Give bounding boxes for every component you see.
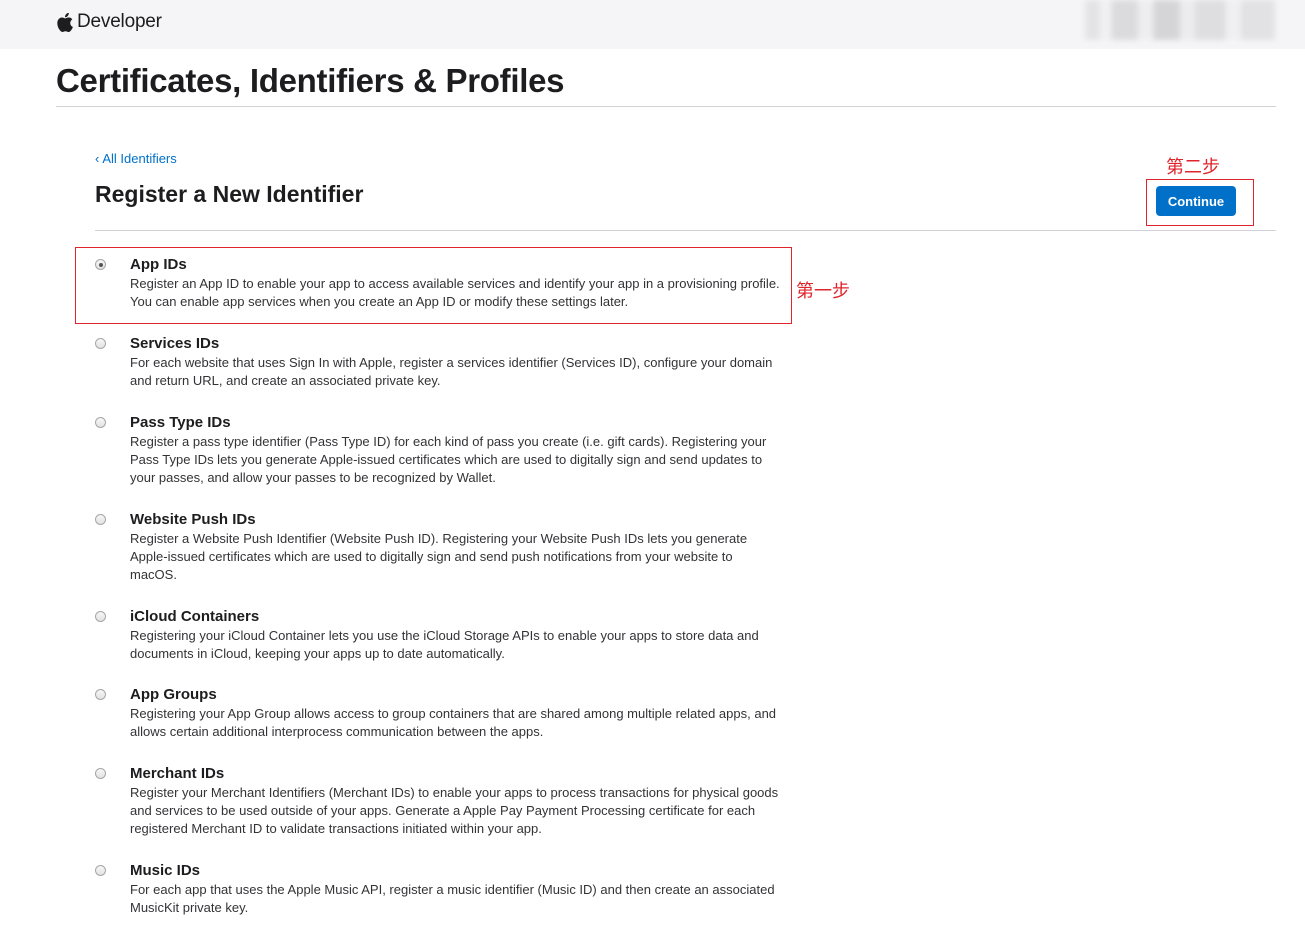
option-title: Services IDs [130,335,220,352]
option-description: Register a pass type identifier (Pass Ty… [130,434,767,485]
option-title: App IDs [130,256,187,273]
option-title: iCloud Containers [130,608,260,625]
option-title: Music IDs [130,862,201,879]
radio-app-groups[interactable] [95,689,106,700]
radio-merchant-ids[interactable] [95,768,106,779]
option-description: Registering your App Group allows access… [130,706,777,739]
section-title: Register a New Identifier [95,181,364,207]
radio-app-ids[interactable] [95,259,106,270]
developer-brand-label: Developer [77,11,162,32]
option-title: Pass Type IDs [130,414,231,431]
radio-services-ids[interactable] [95,338,106,349]
option-description: For each app that uses the Apple Music A… [130,882,775,915]
chevron-left-icon: ‹ [95,151,100,166]
option-description: Register your Merchant Identifiers (Merc… [130,785,779,836]
radio-pass-type-ids[interactable] [95,417,106,428]
developer-home-link[interactable]: Developer [57,11,162,33]
page-title: Certificates, Identifiers & Profiles [56,62,565,99]
step-two-highlight-box [1146,179,1254,226]
radio-website-push-ids[interactable] [95,514,106,525]
option-description: Registering your iCloud Container lets y… [130,628,759,661]
top-navigation-bar: Developer [0,0,1305,49]
account-menu[interactable] [1085,0,1275,40]
option-title: App Groups [130,686,217,703]
step-two-annotation: 第二步 [1166,157,1220,178]
all-identifiers-link[interactable]: ‹ All Identifiers [95,151,177,166]
title-divider [56,106,1276,107]
radio-icloud-containers[interactable] [95,611,106,622]
option-description: For each website that uses Sign In with … [130,355,773,388]
radio-music-ids[interactable] [95,865,106,876]
section-divider [95,230,1276,231]
option-description: Register a Website Push Identifier (Webs… [130,531,748,582]
all-identifiers-label: All Identifiers [102,151,177,166]
apple-logo-icon [57,12,73,32]
option-description: Register an App ID to enable your app to… [130,276,780,309]
step-one-annotation: 第一步 [796,281,850,302]
option-title: Website Push IDs [130,511,256,528]
option-title: Merchant IDs [130,765,225,782]
